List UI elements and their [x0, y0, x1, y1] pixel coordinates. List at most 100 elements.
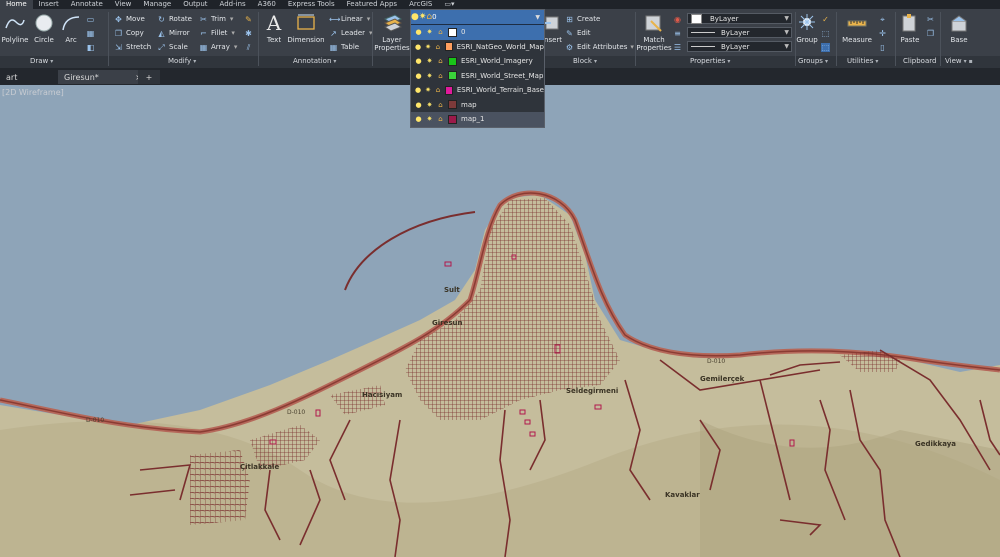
sun-icon[interactable]: ✷	[419, 12, 427, 22]
ungroup-tool[interactable]: ✓	[821, 14, 833, 24]
lock-icon[interactable]: ⌂	[437, 28, 444, 36]
layer-row-esri-street[interactable]: ● ✷ ⌂ ESRI_World_Street_Map	[411, 69, 544, 84]
sun-icon[interactable]: ✷	[426, 57, 433, 65]
copy-button[interactable]: ❐ Copy	[114, 28, 144, 38]
panel-label-utilities[interactable]: Utilities ▾	[847, 57, 878, 65]
tab-view[interactable]: View	[109, 0, 138, 9]
chevron-down-icon[interactable]: ▼	[535, 14, 540, 21]
paste-button[interactable]: Paste	[898, 13, 922, 44]
color-wheel-icon[interactable]: ◉	[673, 14, 685, 24]
doc-tab-start[interactable]: art	[0, 70, 23, 84]
rectangle-tool[interactable]: ▭	[86, 14, 98, 24]
layer-dropdown[interactable]: ● ✷ ⌂ 0 ▼ ● ✷ ⌂ 0 ● ✷ ⌂ ESRI_NatGeo_Worl…	[410, 9, 545, 128]
quick-select-tool[interactable]: ⌖	[878, 14, 890, 24]
viewport-style-label[interactable]: [2D Wireframe]	[2, 88, 64, 97]
sun-icon[interactable]: ✷	[426, 72, 433, 80]
sun-icon[interactable]: ✷	[426, 28, 433, 36]
tab-featured-apps[interactable]: Featured Apps	[341, 0, 403, 9]
bulb-icon[interactable]: ●	[415, 28, 422, 36]
layer-row-map-1[interactable]: ● ✷ ⌂ map_1	[411, 112, 544, 127]
erase-tool[interactable]: ✎	[244, 14, 256, 24]
sun-icon[interactable]: ✷	[426, 115, 433, 123]
leader-button[interactable]: ↗ Leader ▾	[329, 28, 372, 38]
panel-label-block[interactable]: Block ▾	[573, 57, 597, 65]
lock-icon[interactable]: ⌂	[437, 57, 444, 65]
tab-arcgis[interactable]: ArcGIS	[403, 0, 438, 9]
polyline-button[interactable]: Polyline	[1, 13, 29, 44]
layer-properties-button[interactable]: Layer Properties	[374, 13, 410, 52]
panel-label-annotation[interactable]: Annotation ▾	[293, 57, 336, 65]
move-button[interactable]: ✥ Move	[114, 14, 145, 24]
bulb-icon[interactable]: ●	[415, 72, 422, 80]
match-properties-button[interactable]: Match Properties	[636, 13, 672, 52]
panel-label-modify[interactable]: Modify ▾	[168, 57, 196, 65]
tab-add-ins[interactable]: Add-ins	[214, 0, 252, 9]
create-block-button[interactable]: ⊞ Create	[565, 14, 600, 24]
bulb-icon[interactable]: ●	[415, 43, 421, 51]
linetype-dropdown[interactable]: ByLayer ▼	[687, 27, 792, 38]
lock-icon[interactable]: ⌂	[435, 86, 441, 94]
calculator-tool[interactable]: ▯	[878, 42, 890, 52]
cut-tool[interactable]: ✂	[926, 14, 938, 24]
lineweight-dropdown[interactable]: ByLayer ▼	[687, 41, 792, 52]
panel-label-properties[interactable]: Properties ▾	[690, 57, 730, 65]
panel-label-draw[interactable]: Draw ▾	[30, 57, 53, 65]
scale-button[interactable]: ⤢ Scale	[157, 42, 188, 52]
id-point-tool[interactable]: ✛	[878, 28, 890, 38]
bulb-icon[interactable]: ●	[415, 57, 422, 65]
arc-button[interactable]: Arc	[59, 13, 83, 44]
sun-icon[interactable]: ✷	[425, 86, 431, 94]
group-edit-tool[interactable]: ⬚	[821, 28, 833, 38]
dimension-button[interactable]: Dimension	[287, 13, 325, 44]
sun-icon[interactable]: ✷	[425, 43, 431, 51]
group-selection-tool[interactable]: ⬚	[821, 42, 833, 52]
tab-a360[interactable]: A360	[252, 0, 282, 9]
layer-row-esri-natgeo[interactable]: ● ✷ ⌂ ESRI_NatGeo_World_Map	[411, 40, 544, 55]
layer-row-0[interactable]: ● ✷ ⌂ 0	[411, 25, 544, 40]
panel-label-view[interactable]: View ▾ ▪	[945, 57, 973, 65]
copy-clip-tool[interactable]: ❐	[926, 28, 938, 38]
tab-annotate[interactable]: Annotate	[65, 0, 109, 9]
layer-dropdown-current[interactable]: ● ✷ ⌂ 0 ▼	[411, 10, 544, 25]
layer-row-esri-imagery[interactable]: ● ✷ ⌂ ESRI_World_Imagery	[411, 54, 544, 69]
group-button[interactable]: Group	[796, 13, 818, 44]
edit-attributes-button[interactable]: ⚙ Edit Attributes ▾	[565, 42, 634, 52]
tab-insert[interactable]: Insert	[33, 0, 65, 9]
bulb-icon[interactable]: ●	[411, 12, 419, 22]
linear-dimension-button[interactable]: ⟷ Linear ▾	[329, 14, 370, 24]
base-view-button[interactable]: Base	[946, 13, 972, 44]
trim-button[interactable]: ✂ Trim ▾	[199, 14, 233, 24]
rotate-button[interactable]: ↻ Rotate	[157, 14, 192, 24]
lock-icon[interactable]: ⌂	[435, 43, 441, 51]
measure-button[interactable]: Measure	[840, 13, 874, 44]
doc-tab-giresun[interactable]: Giresun* ×	[58, 70, 148, 84]
offset-tool[interactable]: ⫽	[244, 42, 256, 52]
tab-manage[interactable]: Manage	[137, 0, 177, 9]
edit-block-button[interactable]: ✎ Edit	[565, 28, 590, 38]
lock-icon[interactable]: ⌂	[437, 115, 444, 123]
lock-icon[interactable]: ⌂	[437, 101, 444, 109]
tab-output[interactable]: Output	[177, 0, 213, 9]
tab-express-tools[interactable]: Express Tools	[282, 0, 341, 9]
bulb-icon[interactable]: ●	[415, 101, 422, 109]
bulb-icon[interactable]: ●	[415, 86, 421, 94]
array-button[interactable]: ▦ Array ▾	[199, 42, 238, 52]
circle-button[interactable]: Circle	[31, 13, 57, 44]
explode-tool[interactable]: ✱	[244, 28, 256, 38]
drawing-canvas[interactable]: Sult Giresun Hacısiyam Seldegirmeni Gemi…	[0, 85, 1000, 557]
table-button[interactable]: ▦ Table	[329, 42, 359, 52]
layer-row-esri-terrain[interactable]: ● ✷ ⌂ ESRI_World_Terrain_Base	[411, 83, 544, 98]
hatch-tool[interactable]: ▦	[86, 28, 98, 38]
panel-label-groups[interactable]: Groups ▾	[798, 57, 828, 65]
tab-home[interactable]: Home	[0, 0, 33, 9]
text-button[interactable]: A Text	[262, 13, 286, 44]
ribbon-options-icon[interactable]: ▭▾	[438, 0, 460, 9]
color-dropdown[interactable]: ByLayer ▼	[687, 13, 792, 24]
bulb-icon[interactable]: ●	[415, 115, 422, 123]
fillet-button[interactable]: ⌐ Fillet ▾	[199, 28, 235, 38]
layer-row-map[interactable]: ● ✷ ⌂ map	[411, 98, 544, 113]
panel-label-clipboard[interactable]: Clipboard	[903, 57, 936, 65]
new-tab-button[interactable]: +	[138, 70, 160, 84]
lock-icon[interactable]: ⌂	[437, 72, 444, 80]
sun-icon[interactable]: ✷	[426, 101, 433, 109]
